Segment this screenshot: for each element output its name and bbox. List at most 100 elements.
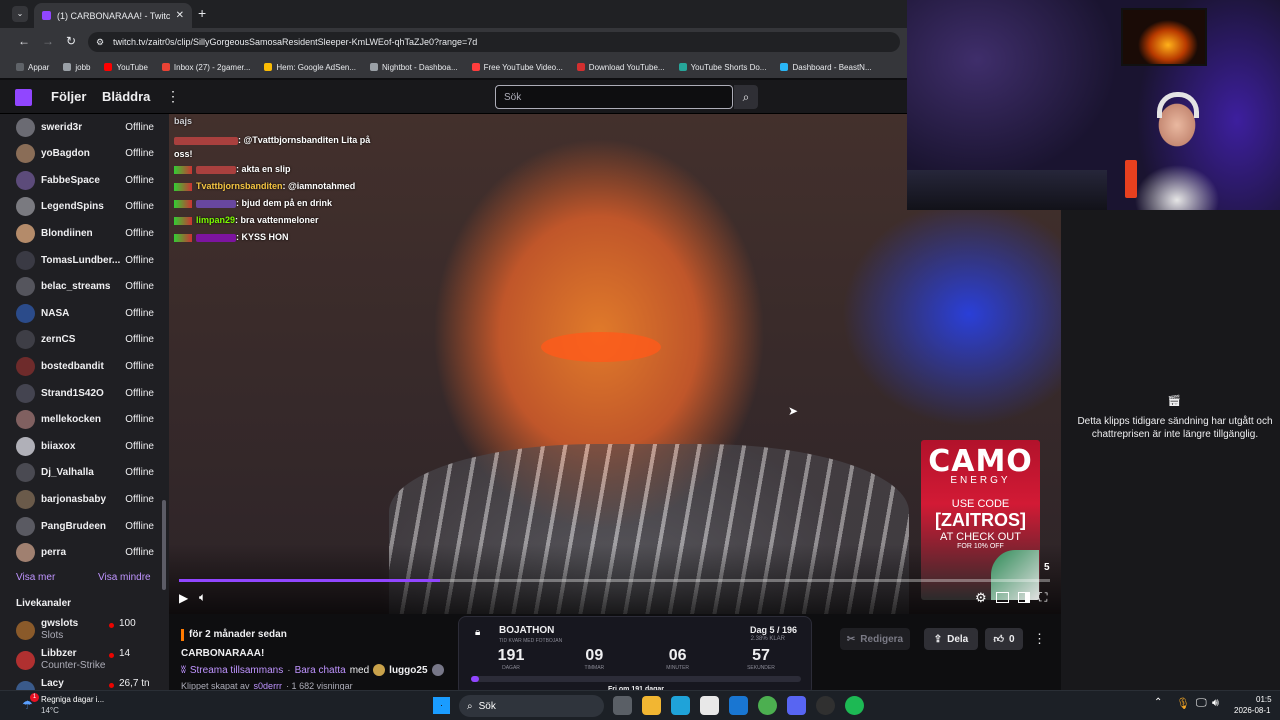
chat-message: : @Tvattbjornsbanditen Lita på oss!: [174, 133, 374, 161]
browser-tab[interactable]: (1) CARBONARAAA! - Twitc ✕: [34, 3, 192, 28]
stream-together-link[interactable]: Streama tillsammans: [190, 665, 283, 676]
collab-name[interactable]: luggo25: [389, 665, 427, 676]
sidebar-channel-item[interactable]: swerid3r Offline: [16, 114, 154, 140]
file-explorer-icon[interactable]: [613, 696, 632, 715]
share-button[interactable]: ⇪ Dela: [924, 628, 978, 650]
bookmark-item[interactable]: Free YouTube Video...: [471, 63, 563, 72]
sidebar-channel-item[interactable]: Blondiinen Offline: [16, 220, 154, 246]
bookmark-item[interactable]: YouTube Shorts Do...: [678, 63, 766, 72]
clock-time[interactable]: 01:5: [1256, 695, 1272, 704]
sidebar-toggle-icon[interactable]: [1018, 592, 1030, 603]
speaker-icon[interactable]: 🔊︎: [1212, 697, 1219, 710]
nav-browse[interactable]: Bläddra: [102, 89, 150, 104]
sidebar-channel-item[interactable]: yoBagdon Offline: [16, 141, 154, 167]
avatar: [16, 250, 35, 270]
weather-title[interactable]: Regniga dagar i...: [41, 695, 104, 704]
chrome-icon[interactable]: [758, 696, 777, 715]
sidebar-channel-item[interactable]: biiaxox Offline: [16, 433, 154, 459]
chat-username[interactable]: [196, 199, 236, 208]
edit-button[interactable]: ✂ Redigera: [840, 628, 910, 650]
just-chat-link[interactable]: Bara chatta: [295, 665, 346, 676]
clock-date[interactable]: 2026-08-1: [1234, 706, 1270, 715]
sidebar-scrollbar[interactable]: [162, 500, 166, 590]
volume-icon[interactable]: 🔈︎: [199, 590, 206, 605]
chat-username[interactable]: [174, 136, 238, 145]
chat-username[interactable]: Tvattbjornsbanditen: [196, 181, 283, 191]
sidebar-channel-item[interactable]: FabbeSpace Offline: [16, 167, 154, 193]
sidebar-channel-item[interactable]: LegendSpins Offline: [16, 194, 154, 220]
tray-overflow-icon[interactable]: ⌃: [1154, 697, 1162, 708]
chat-username[interactable]: [196, 233, 236, 242]
reload-icon[interactable]: ↻: [66, 34, 76, 48]
taskbar-search[interactable]: ⌕ Sök: [459, 695, 604, 717]
nav-following[interactable]: Följer: [51, 89, 86, 104]
chat-unavailable-message: Detta klipps tidigare sändning har utgåt…: [1077, 416, 1273, 440]
search-button[interactable]: ⌕: [734, 85, 758, 109]
countdown-value: 06: [668, 647, 687, 664]
bookmark-item[interactable]: Download YouTube...: [576, 63, 665, 72]
sidebar-channel-item[interactable]: zernCS Offline: [16, 327, 154, 353]
bookmark-item[interactable]: Dashboard - BeastN...: [780, 63, 872, 72]
channel-status: Offline: [125, 121, 154, 133]
twitch-logo-icon[interactable]: [15, 89, 32, 106]
sidebar-channel-item[interactable]: Strand1S42O Offline: [16, 380, 154, 406]
show-more-link[interactable]: Visa mer: [16, 572, 55, 583]
sidebar-channel-item[interactable]: belac_streams Offline: [16, 274, 154, 300]
new-tab-button[interactable]: +: [198, 5, 206, 21]
more-menu-icon[interactable]: ⋮: [166, 88, 180, 105]
bookmark-item[interactable]: jobb: [63, 63, 90, 72]
site-info-icon[interactable]: ⚙: [96, 37, 104, 48]
chat-text: bajs: [174, 116, 193, 126]
network-icon[interactable]: 🖵︎: [1196, 697, 1207, 710]
url-field[interactable]: ⚙ twitch.tv/zaitr0s/clip/SillyGorgeousSa…: [88, 32, 900, 52]
bookmark-label: Inbox (27) - 2gamer...: [173, 62, 251, 72]
like-count: 0: [1008, 633, 1015, 645]
bookmark-item[interactable]: Inbox (27) - 2gamer...: [161, 62, 251, 72]
windows-start-icon[interactable]: [433, 697, 450, 714]
sidebar-channel-item[interactable]: TomasLundber... Offline: [16, 247, 154, 273]
discord-icon[interactable]: [787, 696, 806, 715]
like-button[interactable]: 👍︎ 0: [985, 628, 1023, 650]
sidebar-channel-item[interactable]: barjonasbaby Offline: [16, 486, 154, 512]
with-label: med: [349, 664, 370, 676]
settings-icon[interactable]: ⚙: [975, 590, 987, 606]
show-less-link[interactable]: Visa mindre: [98, 572, 151, 583]
fullscreen-icon[interactable]: ⛶: [1039, 590, 1047, 605]
close-icon[interactable]: ✕: [176, 10, 184, 21]
bookmark-favicon-icon: [678, 63, 687, 71]
search-input[interactable]: Sök: [495, 85, 733, 109]
live-dot-icon: [109, 623, 114, 628]
chat-badge-icon: [174, 182, 192, 191]
play-icon[interactable]: ▶: [179, 591, 188, 605]
more-options-icon[interactable]: ⋮: [1033, 631, 1046, 647]
bookmark-item[interactable]: YouTube: [104, 63, 148, 72]
microphone-icon[interactable]: 🎙︎: [1176, 697, 1190, 710]
chat-username[interactable]: [196, 165, 236, 174]
edge-icon[interactable]: [671, 696, 690, 715]
channel-category: Slots: [41, 630, 64, 641]
bookmark-item[interactable]: Hem: Google AdSen...: [264, 63, 356, 72]
sidebar-channel-item[interactable]: PangBrudeen Offline: [16, 513, 154, 539]
sidebar-channel-item[interactable]: NASA Offline: [16, 300, 154, 326]
tab-list-button[interactable]: ⌄: [12, 6, 28, 22]
store-icon[interactable]: [700, 696, 719, 715]
live-channel-item[interactable]: gwslots Slots 100: [16, 618, 156, 644]
folder-icon[interactable]: [642, 696, 661, 715]
sidebar-channel-item[interactable]: perra Offline: [16, 540, 154, 566]
search-icon: ⌕: [742, 90, 750, 104]
live-channel-item[interactable]: Libbzer Counter-Strike 14: [16, 648, 156, 674]
theatre-mode-icon[interactable]: [996, 592, 1009, 603]
back-icon[interactable]: ←: [18, 34, 30, 48]
forward-icon[interactable]: →: [42, 34, 54, 48]
spotify-icon[interactable]: [845, 696, 864, 715]
obs-icon[interactable]: [816, 696, 835, 715]
camo-energy-ad[interactable]: CAMO ENERGY USE CODE [ZAITROS] AT CHECK …: [921, 440, 1040, 600]
sidebar-channel-item[interactable]: mellekocken Offline: [16, 407, 154, 433]
channel-status: Offline: [125, 467, 154, 479]
outlook-icon[interactable]: [729, 696, 748, 715]
bookmark-item[interactable]: Appar: [16, 63, 49, 72]
chat-username[interactable]: limpan29: [196, 215, 235, 225]
bookmark-item[interactable]: Nightbot - Dashboa...: [370, 63, 458, 72]
sidebar-channel-item[interactable]: bostedbandit Offline: [16, 353, 154, 379]
sidebar-channel-item[interactable]: Dj_Valhalla Offline: [16, 460, 154, 486]
